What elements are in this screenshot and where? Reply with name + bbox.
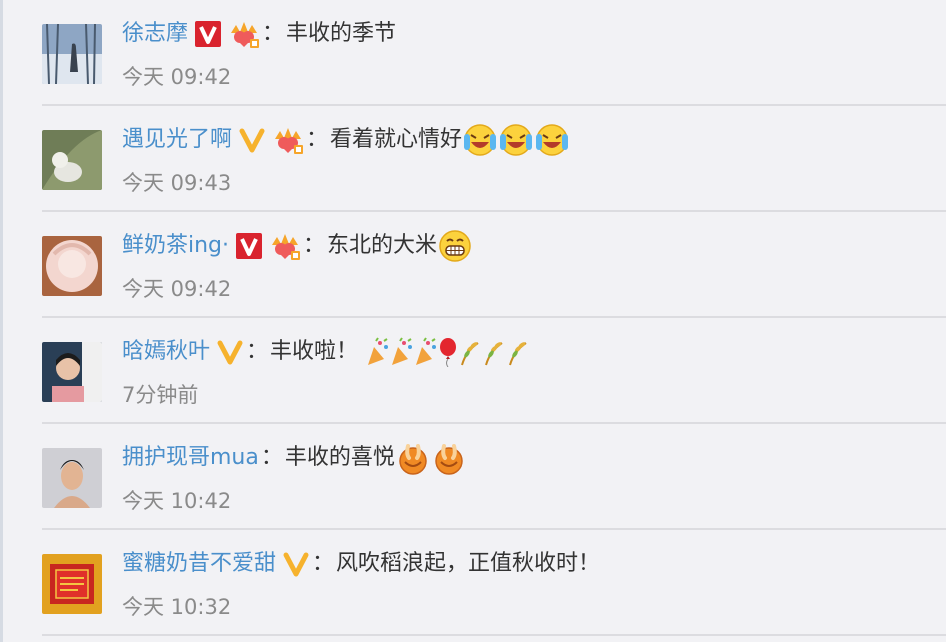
timestamp: 7分钟前 — [122, 383, 199, 407]
party-popper-emoji — [392, 337, 413, 365]
wheat-emoji — [461, 342, 479, 366]
avatar[interactable] — [42, 448, 102, 508]
colon: ： — [312, 551, 335, 576]
username[interactable]: 晗嫣秋叶 — [122, 334, 210, 370]
emoji-row — [437, 228, 473, 264]
comment-line: 拥护现哥mua ： 丰收的喜悦 — [122, 440, 467, 476]
crown-level-icon — [228, 19, 260, 49]
party-popper-emoji — [416, 337, 437, 365]
timestamp: 今天 10:32 — [122, 595, 232, 619]
comment-item: 遇见光了啊 ： 看着就心情好 今天 09:43 — [0, 106, 946, 212]
yellow-v-icon — [282, 550, 310, 578]
red-v-icon — [235, 232, 263, 260]
timestamp: 今天 09:42 — [122, 65, 232, 89]
comment-line: 鲜奶茶ing· ： 东北的大米 — [122, 228, 473, 264]
colon: ： — [262, 21, 285, 46]
laughing-tears-emoji — [464, 124, 497, 156]
avatar[interactable] — [42, 130, 102, 190]
comment-text: 风吹稻浪起，正值秋收时！ — [336, 551, 601, 576]
laughing-tears-emoji — [500, 124, 533, 156]
username[interactable]: 徐志摩 — [122, 16, 188, 52]
emoji-row — [462, 122, 570, 158]
comment-line: 徐志摩 ： 丰收的季节 — [122, 16, 396, 52]
crown-level-icon — [272, 125, 304, 155]
timestamp: 今天 09:43 — [122, 171, 232, 195]
comment-line: 遇见光了啊 ： 看着就心情好 — [122, 122, 570, 158]
colon: ： — [246, 339, 269, 364]
colon: ： — [260, 445, 283, 470]
comment-line: 晗嫣秋叶 ： 丰收啦！ — [122, 334, 530, 370]
crown-level-icon — [269, 231, 301, 261]
thumbs-up-emoji — [399, 444, 427, 475]
wheat-emoji — [485, 342, 503, 366]
comment-item: 鲜奶茶ing· ： 东北的大米 今天 09:42 — [0, 212, 946, 318]
comment-item: 晗嫣秋叶 ： 丰收啦！ 7分钟前 — [0, 318, 946, 424]
timestamp: 今天 10:42 — [122, 489, 232, 513]
comment-item: 蜜糖奶昔不爱甜 ： 风吹稻浪起，正值秋收时！ 今天 10:32 — [0, 530, 946, 636]
red-v-icon — [194, 20, 222, 48]
yellow-v-icon — [238, 126, 266, 154]
colon: ： — [306, 127, 329, 152]
yellow-v-icon — [216, 338, 244, 366]
balloon-emoji — [440, 338, 457, 367]
timestamp: 今天 09:42 — [122, 277, 232, 301]
wheat-emoji — [509, 342, 527, 366]
comment-item: 拥护现哥mua ： 丰收的喜悦 今天 10:42 — [0, 424, 946, 530]
comment-text: 丰收啦！ — [270, 339, 359, 364]
party-popper-emoji — [368, 337, 389, 365]
avatar[interactable] — [42, 554, 102, 614]
username[interactable]: 鲜奶茶ing· — [122, 228, 229, 264]
comment-text: 看着就心情好 — [330, 127, 463, 152]
emoji-row — [366, 337, 530, 367]
grinning-emoji — [439, 230, 471, 262]
comment-item: 徐志摩 ： 丰收的季节 今天 09:42 — [0, 0, 946, 106]
comment-line: 蜜糖奶昔不爱甜 ： 风吹稻浪起，正值秋收时！ — [122, 546, 600, 582]
avatar[interactable] — [42, 236, 102, 296]
comment-text: 丰收的季节 — [286, 21, 397, 46]
comment-text: 丰收的喜悦 — [284, 445, 395, 470]
username[interactable]: 遇见光了啊 — [122, 122, 232, 158]
laughing-tears-emoji — [536, 124, 569, 156]
comment-list: 徐志摩 ： 丰收的季节 今天 09:42 遇见光了啊 ： 看着就心情好 今天 0… — [0, 0, 946, 636]
avatar[interactable] — [42, 24, 102, 84]
username[interactable]: 蜜糖奶昔不爱甜 — [122, 546, 276, 582]
divider — [42, 634, 946, 636]
emoji-row — [395, 440, 467, 476]
username[interactable]: 拥护现哥mua — [122, 440, 259, 476]
colon: ： — [303, 233, 326, 258]
comment-text: 东北的大米 — [327, 233, 438, 258]
avatar[interactable] — [42, 342, 102, 402]
thumbs-up-emoji — [435, 444, 463, 475]
